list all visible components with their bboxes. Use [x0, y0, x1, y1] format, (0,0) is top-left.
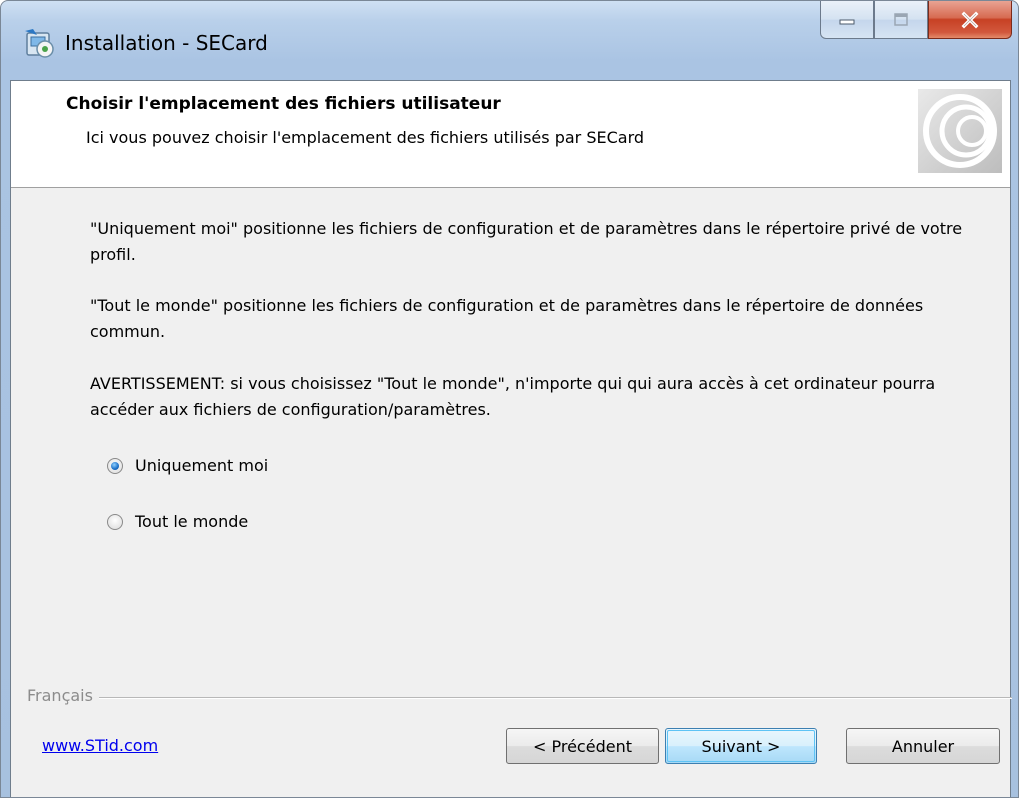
- radio-button-unchecked[interactable]: [107, 513, 123, 530]
- language-label: Français: [27, 686, 99, 705]
- previous-button[interactable]: < Précédent: [506, 728, 659, 764]
- minimize-button[interactable]: [820, 1, 874, 39]
- installer-window: Installation - SECard Choisir l'emplacem…: [0, 0, 1019, 798]
- page-subtitle: Ici vous pouvez choisir l'emplacement de…: [86, 128, 645, 147]
- wizard-header: Choisir l'emplacement des fichiers utili…: [11, 81, 1010, 188]
- title-bar[interactable]: Installation - SECard: [1, 1, 1018, 81]
- minimize-icon: [839, 19, 855, 24]
- close-icon: [961, 11, 979, 28]
- radio-label-everyone: Tout le monde: [135, 512, 249, 531]
- close-button[interactable]: [928, 1, 1012, 39]
- radio-label-only-me: Uniquement moi: [135, 456, 269, 475]
- page-title: Choisir l'emplacement des fichiers utili…: [66, 94, 501, 114]
- info-paragraph-only-me: "Uniquement moi" positionne les fichiers…: [90, 219, 963, 264]
- maximize-icon: [894, 12, 908, 26]
- wizard-content: Choisir l'emplacement des fichiers utili…: [10, 80, 1012, 797]
- radio-button-checked[interactable]: [107, 457, 123, 474]
- warning-paragraph: AVERTISSEMENT: si vous choisissez "Tout …: [90, 374, 936, 419]
- cancel-button[interactable]: Annuler: [846, 728, 1000, 764]
- info-paragraph-everyone: "Tout le monde" positionne les fichiers …: [90, 296, 924, 341]
- maximize-button[interactable]: [874, 1, 928, 39]
- installer-icon: [25, 29, 54, 58]
- separator-line: [27, 697, 1012, 699]
- website-link[interactable]: www.STid.com: [42, 736, 158, 755]
- next-button[interactable]: Suivant >: [665, 728, 817, 764]
- language-separator: Français: [27, 686, 1012, 706]
- radio-option-only-me[interactable]: Uniquement moi: [107, 456, 268, 475]
- concentric-circles-logo: [918, 89, 1002, 173]
- radio-option-everyone[interactable]: Tout le monde: [107, 512, 248, 531]
- window-title: Installation - SECard: [65, 31, 268, 55]
- caption-buttons: [820, 1, 1012, 41]
